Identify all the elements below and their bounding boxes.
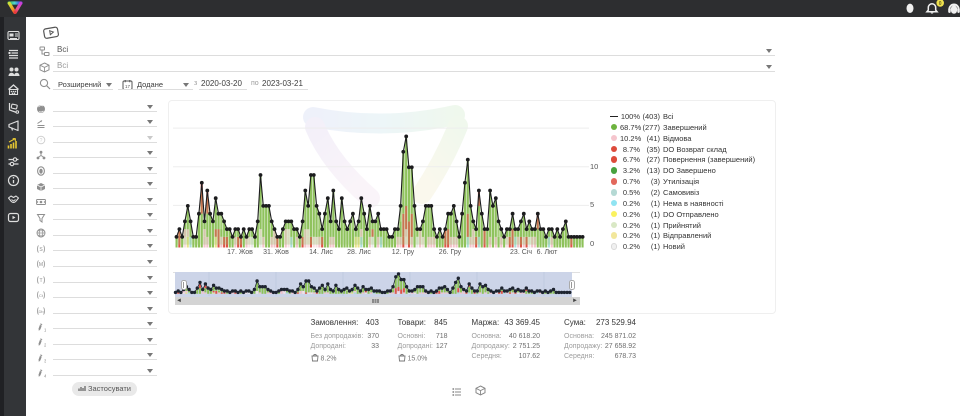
svg-text:0: 0 xyxy=(939,1,942,7)
svg-text:4: 4 xyxy=(44,374,46,379)
svg-text:Ct: Ct xyxy=(39,293,44,298)
svg-text:T: T xyxy=(39,278,42,284)
svg-text:2: 2 xyxy=(44,343,46,348)
svg-text:Db: Db xyxy=(38,309,44,314)
svg-text:?: ? xyxy=(40,138,43,144)
svg-text:3: 3 xyxy=(44,358,46,363)
svg-text:1: 1 xyxy=(44,327,46,332)
svg-text:M: M xyxy=(39,262,43,268)
svg-text:S: S xyxy=(39,247,43,253)
